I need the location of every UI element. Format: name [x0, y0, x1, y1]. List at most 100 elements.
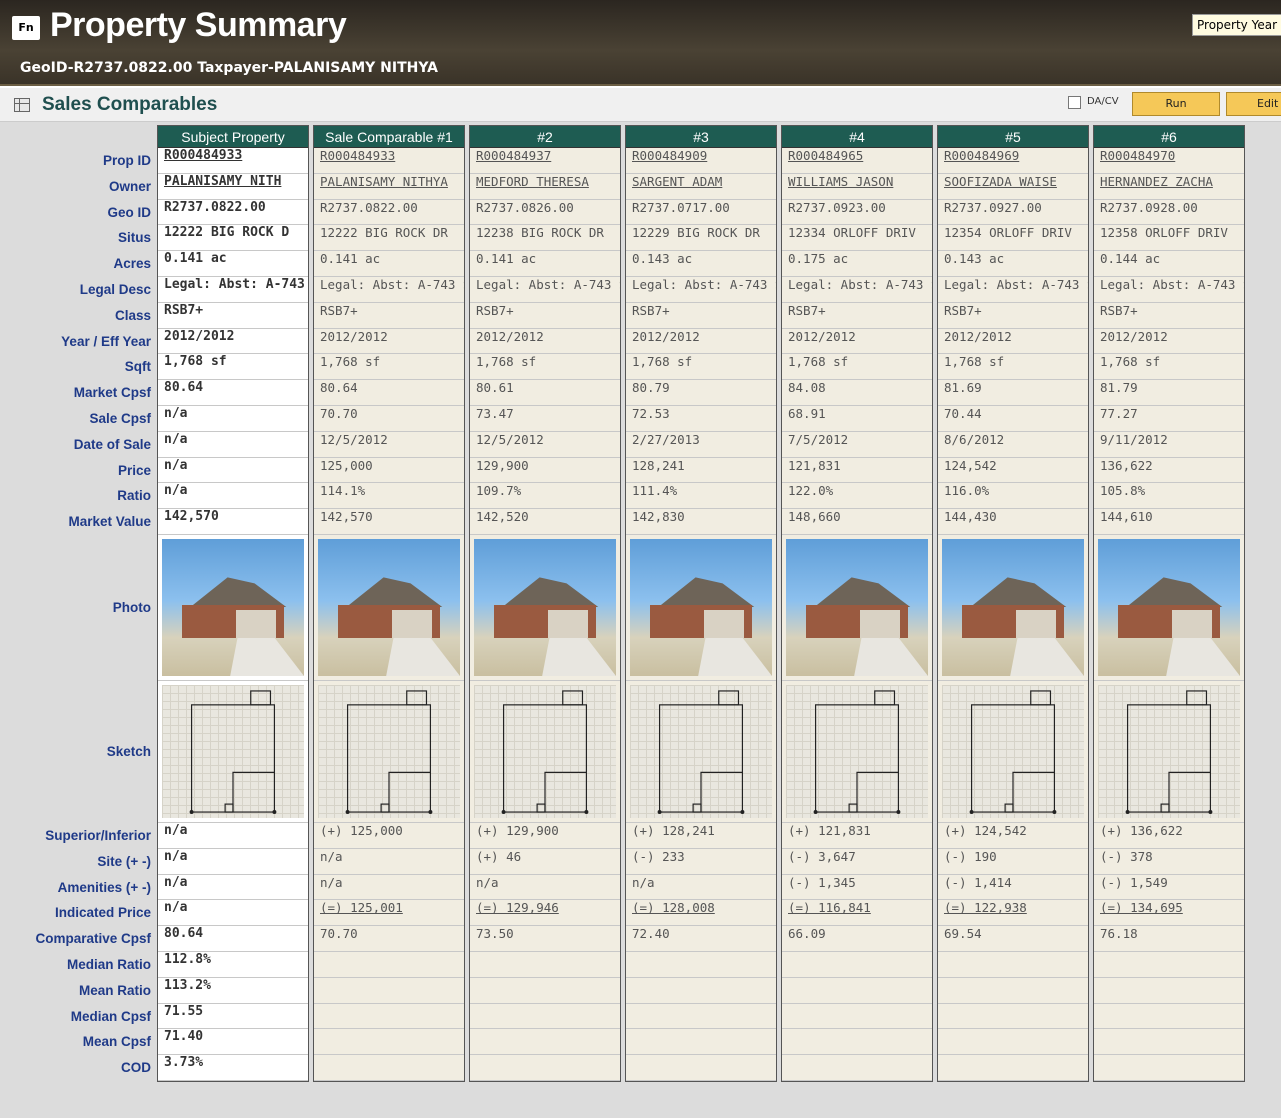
floor-plan-sketch[interactable]	[630, 684, 772, 818]
amenities-cell: n/a	[626, 875, 776, 901]
empty-cell	[626, 1029, 776, 1056]
amenities-cell: (-) 1,549	[1094, 875, 1244, 901]
acres-cell: 0.143 ac	[626, 251, 776, 277]
row-label: Acres	[113, 256, 151, 272]
amenities-cell: n/a	[158, 874, 308, 901]
site-cell: (-) 378	[1094, 849, 1244, 875]
owner-cell[interactable]: WILLIAMS JASON	[782, 174, 932, 200]
run-button[interactable]: Run	[1132, 92, 1220, 116]
prop-id-cell[interactable]: R000484933	[314, 148, 464, 174]
sqft-cell: 1,768 sf	[470, 354, 620, 381]
market-value-cell: 142,570	[158, 509, 308, 535]
prop-id-cell[interactable]: R000484933	[158, 148, 308, 174]
year-cell: 2012/2012	[938, 329, 1088, 355]
comparative-cpsf-cell: 69.54	[938, 926, 1088, 952]
owner-cell[interactable]: MEDFORD THERESA	[470, 174, 620, 200]
empty-cell	[314, 978, 464, 1004]
photo-cell	[158, 535, 308, 681]
comparative-cpsf-cell: 73.50	[470, 926, 620, 952]
owner-cell[interactable]: SARGENT ADAM	[626, 174, 776, 200]
property-photo[interactable]	[318, 538, 460, 676]
title-bar: Fn Property Summary GeoID-R2737.0822.00 …	[0, 0, 1281, 86]
legal-cell: Legal: Abst: A-743 S	[314, 277, 464, 303]
property-photo[interactable]	[942, 538, 1084, 676]
empty-cell	[1094, 1004, 1244, 1030]
owner-cell[interactable]: HERNANDEZ ZACHA	[1094, 174, 1244, 200]
owner-cell[interactable]: PALANISAMY NITHYA	[314, 174, 464, 200]
owner-cell[interactable]: SOOFIZADA WAISE	[938, 174, 1088, 200]
row-label: Amenities (+ -)	[57, 879, 151, 895]
da-cv-checkbox[interactable]	[1068, 96, 1081, 109]
floor-plan-sketch[interactable]	[786, 684, 928, 818]
row-label: Legal Desc	[79, 281, 151, 297]
site-cell: (-) 190	[938, 849, 1088, 875]
row-label: Mean Ratio	[78, 982, 151, 998]
sale-comparable-column: Sale Comparable #1 R000484933 PALANISAMY N…	[313, 125, 465, 1082]
sketch-cell	[626, 681, 776, 823]
indicated-price-cell[interactable]: (=) 134,695	[1094, 900, 1244, 927]
property-photo[interactable]	[786, 538, 928, 676]
indicated-price-cell[interactable]: (=) 125,001	[314, 900, 464, 927]
sketch-cell	[470, 681, 620, 823]
mean-ratio-cell: 113.2%	[158, 977, 308, 1004]
prop-id-cell[interactable]: R000484969	[938, 148, 1088, 174]
edit-button[interactable]: Edit	[1226, 92, 1281, 116]
column-header: Subject Property	[158, 126, 308, 148]
amenities-cell: n/a	[314, 875, 464, 901]
comparative-cpsf-cell: 72.40	[626, 926, 776, 952]
year-cell: 2012/2012	[314, 329, 464, 355]
prop-id-cell[interactable]: R000484909	[626, 148, 776, 174]
property-photo[interactable]	[630, 538, 772, 676]
app-logo-icon: Fn	[12, 16, 40, 40]
sale-cpsf-cell: n/a	[158, 405, 308, 432]
property-year-dropdown[interactable]: Property Year	[1192, 14, 1281, 36]
cod-cell: 3.73%	[158, 1055, 308, 1081]
floor-plan-sketch[interactable]	[942, 684, 1084, 818]
market-value-cell: 142,830	[626, 509, 776, 535]
situs-cell: 12354 ORLOFF DRIV	[938, 225, 1088, 252]
legal-cell: Legal: Abst: A-743 S	[470, 277, 620, 303]
sup-inf-cell: (+) 136,622	[1094, 823, 1244, 849]
empty-cell	[626, 1055, 776, 1081]
property-photo[interactable]	[1098, 538, 1240, 676]
floor-plan-sketch[interactable]	[1098, 684, 1240, 818]
situs-cell: 12238 BIG ROCK DR	[470, 225, 620, 252]
empty-cell	[626, 952, 776, 978]
row-label: Median Cpsf	[70, 1008, 151, 1024]
column-header: #6	[1094, 126, 1244, 148]
floor-plan-sketch[interactable]	[162, 684, 304, 818]
row-label: Indicated Price	[54, 905, 151, 921]
prop-id-cell[interactable]: R000484965	[782, 148, 932, 174]
row-label: Prop ID	[102, 153, 151, 168]
date-of-sale-cell: 8/6/2012	[938, 432, 1088, 458]
column-header: #2	[470, 126, 620, 148]
floor-plan-sketch[interactable]	[474, 684, 616, 818]
property-photo[interactable]	[474, 538, 616, 676]
empty-cell	[1094, 1029, 1244, 1056]
situs-cell: 12334 ORLOFF DRIV	[782, 225, 932, 252]
acres-cell: 0.141 ac	[314, 251, 464, 277]
amenities-cell: n/a	[470, 875, 620, 901]
situs-cell: 12222 BIG ROCK DR	[314, 225, 464, 252]
empty-cell	[470, 978, 620, 1004]
date-of-sale-cell: 2/27/2013	[626, 432, 776, 458]
indicated-price-cell[interactable]: (=) 129,946	[470, 900, 620, 927]
floor-plan-sketch[interactable]	[318, 684, 460, 818]
market-cpsf-cell: 80.61	[470, 380, 620, 406]
sale-comparable-column: #4 R000484965 WILLIAMS JASON R2737.0923.00 1…	[781, 125, 933, 1082]
geo-taxpayer-line: GeoID-R2737.0822.00 Taxpayer-PALANISAMY …	[20, 60, 438, 76]
price-cell: 129,900	[470, 458, 620, 484]
column-header: Sale Comparable #1	[314, 126, 464, 148]
market-value-cell: 144,610	[1094, 509, 1244, 535]
indicated-price-cell[interactable]: (=) 116,841	[782, 900, 932, 927]
situs-cell: 12222 BIG ROCK D	[158, 225, 308, 252]
site-cell: (-) 233	[626, 849, 776, 875]
row-label: Sqft	[124, 359, 151, 375]
empty-cell	[470, 1055, 620, 1081]
indicated-price-cell[interactable]: (=) 122,938	[938, 900, 1088, 927]
indicated-price-cell[interactable]: (=) 128,008	[626, 900, 776, 927]
property-photo[interactable]	[162, 538, 304, 676]
owner-cell[interactable]: PALANISAMY NITH	[158, 173, 308, 200]
prop-id-cell[interactable]: R000484937	[470, 148, 620, 174]
prop-id-cell[interactable]: R000484970	[1094, 148, 1244, 174]
